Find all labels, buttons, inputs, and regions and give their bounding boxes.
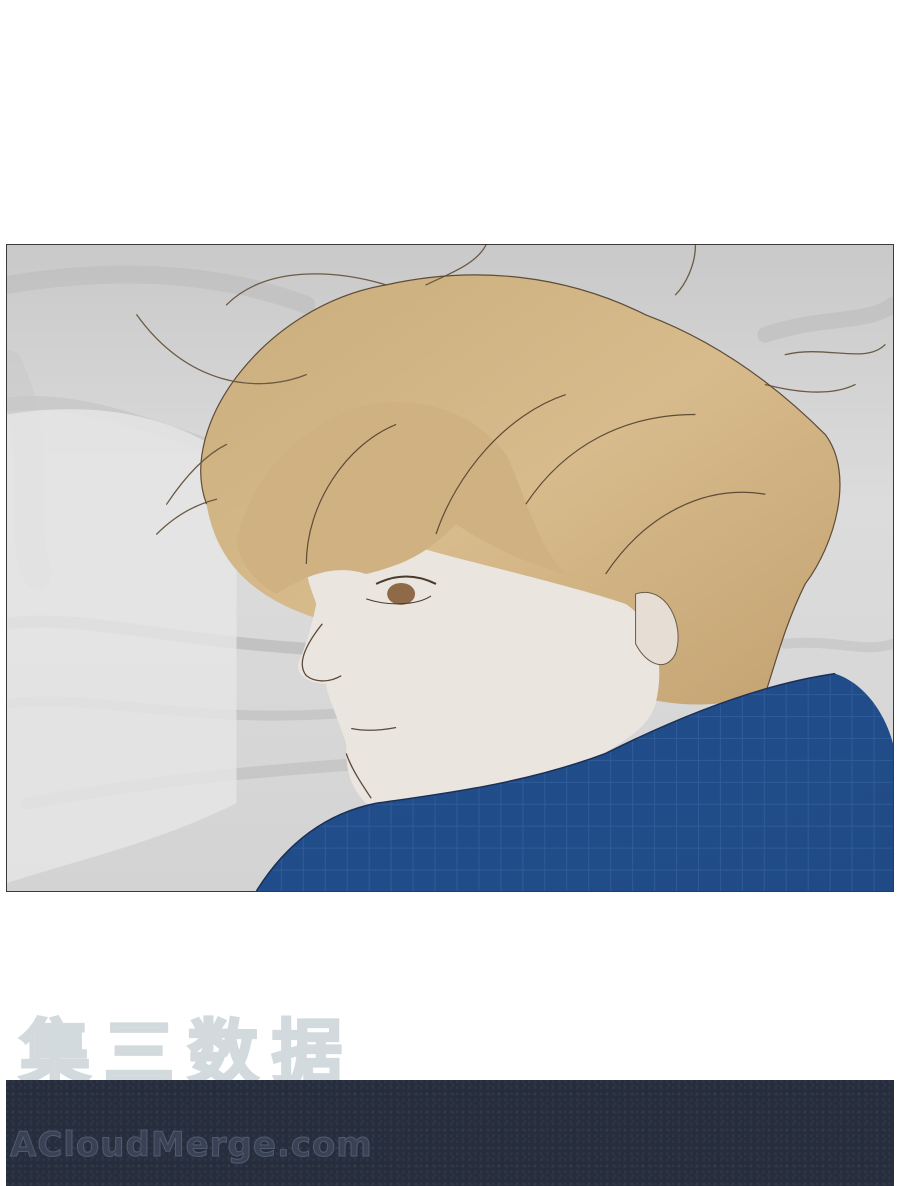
watermark-url: ACloudMerge.com [10, 1125, 373, 1165]
comic-panel [6, 244, 894, 892]
sleeping-boy-illustration [7, 245, 893, 891]
watermark-chinese: 集三数据 [19, 1012, 356, 1094]
